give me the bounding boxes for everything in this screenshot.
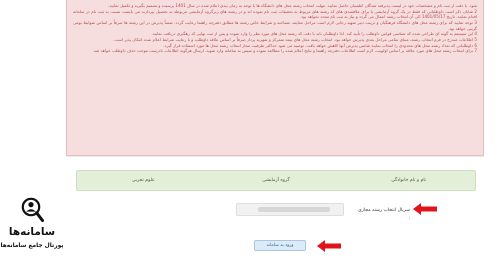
divider [66,156,484,157]
info-cell-name: نام و نام خانوادگی [391,178,427,183]
info-cell-field: علوم تجربی [131,178,155,183]
magnifier-person-icon [21,197,44,222]
site-logo: سامانه‌ها پورتال جامع سامانه‌ها [0,195,64,270]
notice-box: شود. با دقت از ثبت نام و مشخصات خود در ل… [66,0,484,156]
pointer-arrow-icon [413,203,437,215]
info-cell-group: گروه آزمایشی [262,178,290,183]
serial-field-label: سریال انتخاب رشته مجازی : [358,208,410,222]
notice-paragraph-5: 5 اطلاعات مندرج در فرم انتخاب رشته، مبنا… [113,36,477,42]
page: شود. با دقت از ثبت نام و مشخصات خود در ل… [0,0,500,270]
login-button[interactable]: ورود به سامانه [254,240,306,251]
notice-paragraph-3: 3 توجه نمایید که برای رشته محل های دانشگ… [73,19,477,31]
candidate-info-table: نام و نام خانوادگی گروه آزمایشی علوم تجر… [76,170,476,191]
logo-title: سامانه‌ها [8,226,56,238]
logo-subtitle: پورتال جامع سامانه‌ها [0,243,64,249]
serial-value-redacted [258,207,330,212]
pointer-arrow-icon [317,240,341,252]
notice-paragraph-1: شود. با دقت از ثبت نام و مشخصات خود در ل… [108,3,477,8]
notice-paragraph-7: 7 برای انتخاب رشته محل های مورد علاقه بر… [92,48,477,54]
notice-paragraph-2: 2 شایان ذکر است داوطلبانی که فقط در یک گ… [73,8,477,20]
